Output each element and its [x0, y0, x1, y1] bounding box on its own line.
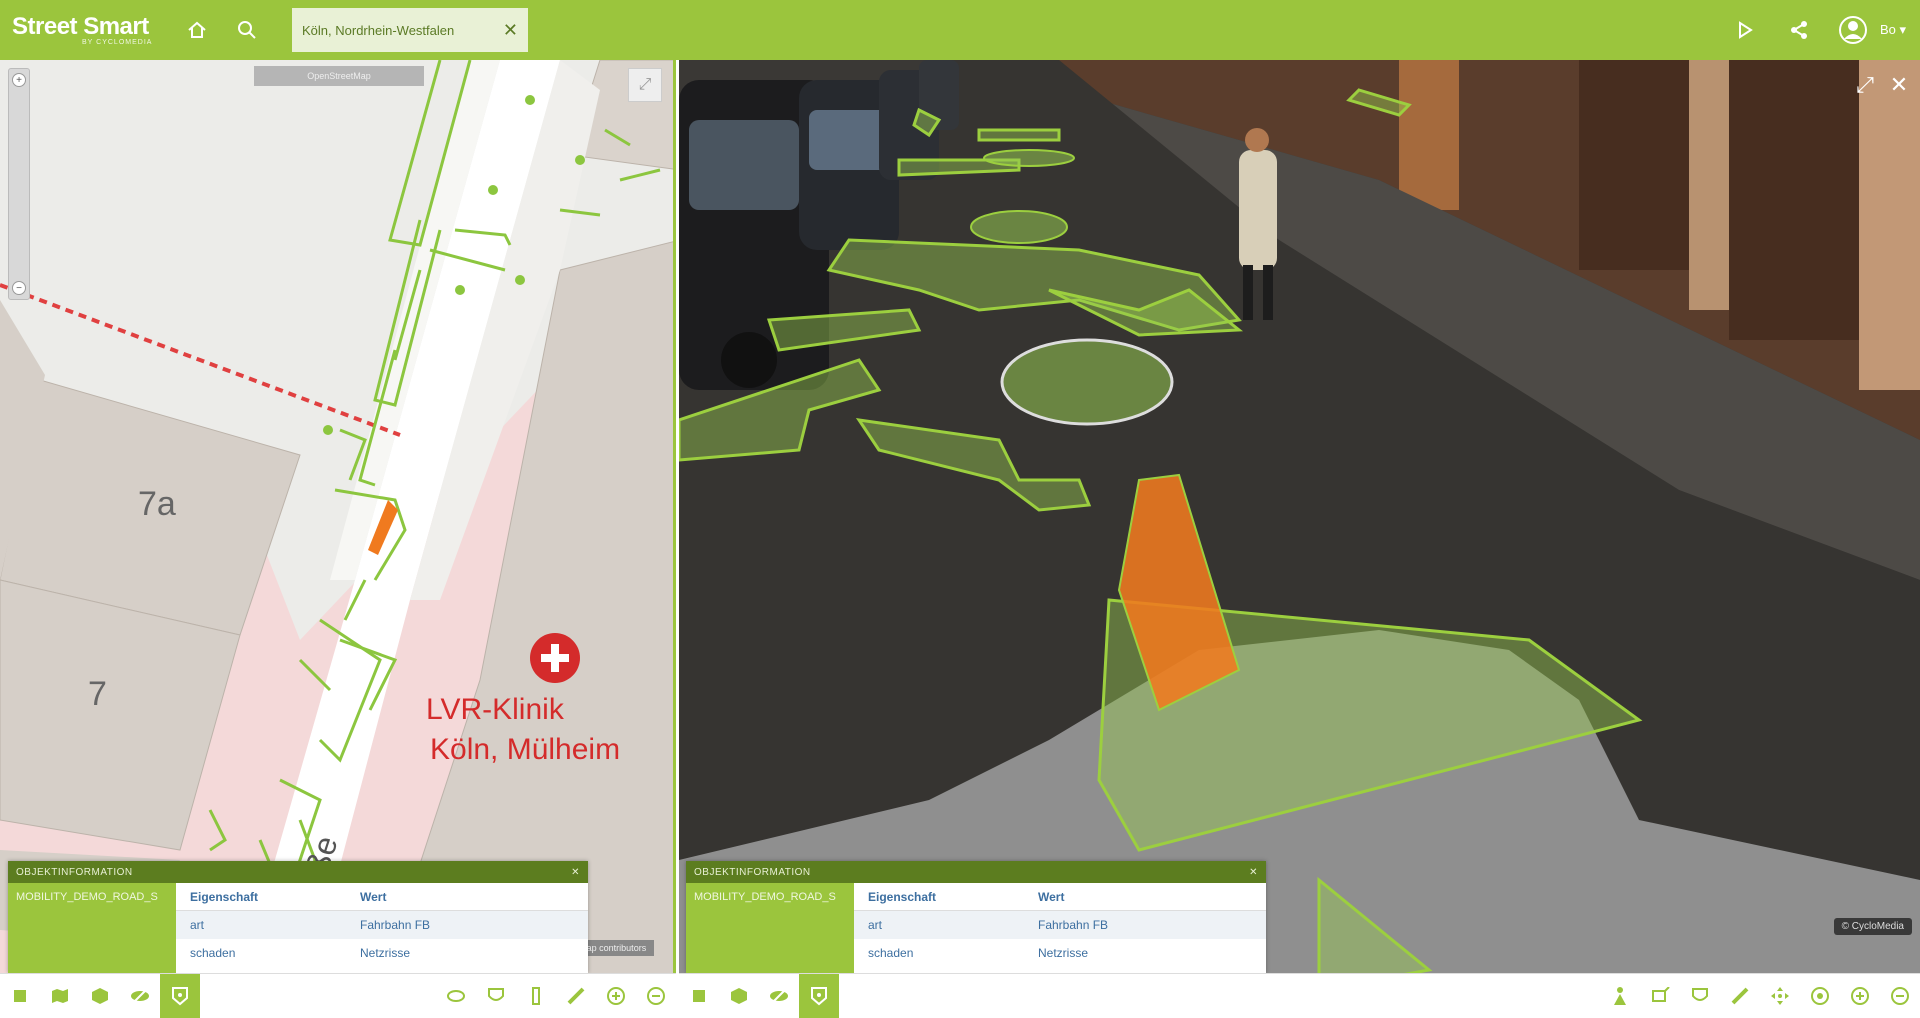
table-header: Eigenschaft Wert — [176, 883, 588, 911]
object-info-header: OBJEKTINFORMATION ✕ — [8, 861, 588, 883]
zoom-in-icon[interactable] — [1840, 974, 1880, 1018]
user-avatar-icon[interactable] — [1826, 0, 1880, 60]
measure-area-icon[interactable] — [436, 974, 476, 1018]
object-info-title: OBJEKTINFORMATION — [16, 866, 133, 878]
basemap-layer-button[interactable]: OpenStreetMap — [254, 66, 424, 86]
object-info-header: OBJEKTINFORMATION ✕ — [686, 861, 1266, 883]
user-menu-label[interactable]: Bo ▾ — [1880, 22, 1906, 38]
zoom-in-icon[interactable] — [596, 974, 636, 1018]
table-header: Eigenschaft Wert — [854, 883, 1266, 911]
ruler-icon[interactable] — [556, 974, 596, 1018]
zoom-out-icon[interactable] — [1880, 974, 1920, 1018]
panorama-toolbar — [679, 973, 1920, 1018]
building-number-label: 7a — [138, 485, 176, 523]
zoom-in-icon[interactable]: + — [12, 73, 26, 87]
attribute-table: Eigenschaft Wert art Fahrbahn FB schaden… — [854, 883, 1266, 973]
cube-icon[interactable] — [719, 974, 759, 1018]
table-row: schaden Netzrisse — [190, 946, 411, 960]
table-row: art Fahrbahn FB — [854, 911, 1266, 939]
zoom-out-icon[interactable] — [636, 974, 676, 1018]
shield-icon[interactable] — [1680, 974, 1720, 1018]
close-icon[interactable]: ✕ — [1884, 70, 1914, 100]
object-info-panel-right: OBJEKTINFORMATION ✕ MOBILITY_DEMO_ROAD_S… — [686, 861, 1266, 973]
search-value: Köln, Nordrhein-Westfalen — [302, 22, 455, 38]
crop-icon[interactable] — [1640, 974, 1680, 1018]
height-measure-icon[interactable] — [516, 974, 556, 1018]
ruler-icon[interactable] — [1720, 974, 1760, 1018]
poi-label: LVR-Klinik — [426, 693, 564, 726]
app-name: Street Smart — [12, 12, 149, 40]
object-info-panel-left: OBJEKTINFORMATION ✕ MOBILITY_DEMO_ROAD_S… — [8, 861, 588, 973]
object-name[interactable]: MOBILITY_DEMO_ROAD_S — [8, 883, 176, 973]
maximize-icon[interactable]: ⤢ — [1850, 70, 1880, 100]
table-row: schaden Netzrisse — [868, 946, 1089, 960]
search-icon[interactable] — [222, 0, 272, 60]
zoom-slider[interactable]: + − — [8, 68, 30, 300]
move-icon[interactable] — [1760, 974, 1800, 1018]
close-icon[interactable]: ✕ — [503, 20, 518, 41]
cyclomedia-watermark: © CycloMedia — [1833, 918, 1912, 935]
attribute-table: Eigenschaft Wert art Fahrbahn FB schaden… — [176, 883, 588, 973]
object-name[interactable]: MOBILITY_DEMO_ROAD_S — [686, 883, 854, 973]
app-logo[interactable]: Street Smart BY CYCLOMEDIA — [0, 0, 172, 60]
layers-list-icon[interactable] — [0, 974, 40, 1018]
map-toolbar — [0, 973, 676, 1018]
shield-icon[interactable] — [476, 974, 516, 1018]
app-byline: BY CYCLOMEDIA — [82, 38, 153, 46]
top-right-actions: Bo ▾ — [1718, 0, 1920, 60]
home-icon[interactable] — [172, 0, 222, 60]
table-row: art Fahrbahn FB — [176, 911, 588, 939]
close-icon[interactable]: ✕ — [571, 867, 580, 878]
visibility-off-icon[interactable] — [759, 974, 799, 1018]
visibility-off-icon[interactable] — [120, 974, 160, 1018]
close-icon[interactable]: ✕ — [1249, 867, 1258, 878]
object-info-tool-icon[interactable] — [160, 973, 200, 1018]
cube-icon[interactable] — [80, 974, 120, 1018]
building-number-label: 7 — [88, 675, 107, 713]
top-bar: Street Smart BY CYCLOMEDIA — [0, 0, 1920, 60]
map-icon[interactable] — [40, 974, 80, 1018]
poi-label: Köln, Mülheim — [430, 733, 621, 766]
person-measure-icon[interactable] — [1600, 974, 1640, 1018]
zoom-out-icon[interactable]: − — [12, 281, 26, 295]
object-info-title: OBJEKTINFORMATION — [694, 866, 811, 878]
fullscreen-icon[interactable]: ⤢ — [628, 68, 662, 102]
share-icon[interactable] — [1772, 0, 1826, 60]
search-tab[interactable]: Köln, Nordrhein-Westfalen ✕ — [292, 8, 528, 52]
play-icon[interactable] — [1718, 0, 1772, 60]
object-info-tool-icon[interactable] — [799, 973, 839, 1018]
compass-icon[interactable] — [1800, 974, 1840, 1018]
layers-list-icon[interactable] — [679, 974, 719, 1018]
